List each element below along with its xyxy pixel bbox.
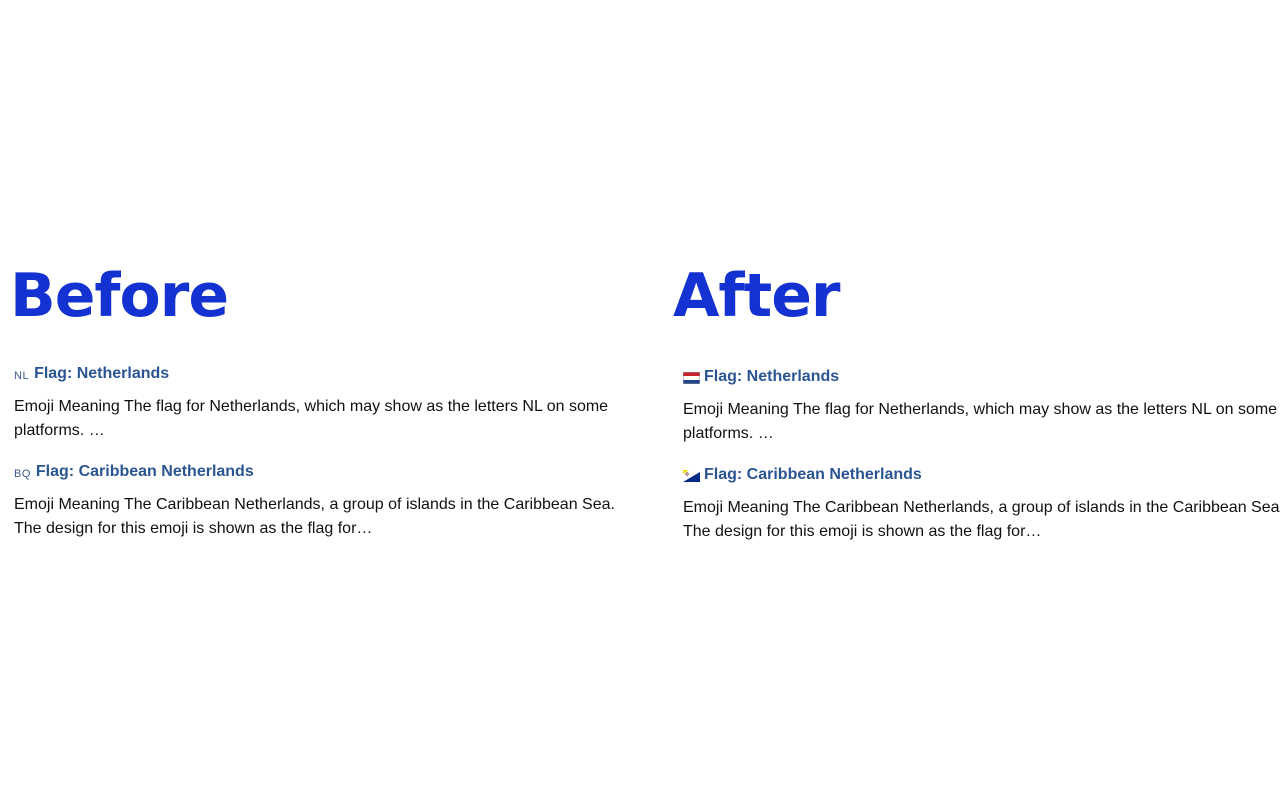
before-panel: Before NL Flag: Netherlands Emoji Meanin…: [10, 258, 630, 541]
list-item: BQ Flag: Caribbean Netherlands Emoji Mea…: [14, 459, 630, 541]
flag-code-label: NL: [14, 370, 30, 382]
after-results-list: Flag: Netherlands Emoji Meaning The flag…: [683, 364, 1280, 544]
entry-description: Emoji Meaning The flag for Netherlands, …: [14, 398, 609, 439]
entry-description: Emoji Meaning The flag for Netherlands, …: [683, 401, 1278, 442]
after-heading: After: [673, 261, 841, 331]
caribbean-netherlands-flag-icon: [683, 469, 700, 482]
flag-caribbean-netherlands-link[interactable]: Flag: Caribbean Netherlands: [36, 463, 254, 481]
entry-description: Emoji Meaning The Caribbean Netherlands,…: [683, 499, 1280, 540]
entry-title-row: Flag: Caribbean Netherlands: [683, 462, 1280, 488]
flag-caribbean-netherlands-link[interactable]: Flag: Caribbean Netherlands: [704, 466, 922, 484]
flag-code-label: BQ: [14, 468, 31, 480]
netherlands-flag-icon: [683, 371, 700, 384]
entry-title-row: BQ Flag: Caribbean Netherlands: [14, 459, 630, 485]
entry-title-row: Flag: Netherlands: [683, 364, 1280, 390]
entry-description: Emoji Meaning The Caribbean Netherlands,…: [14, 496, 615, 537]
flag-netherlands-link[interactable]: Flag: Netherlands: [34, 365, 169, 383]
entry-title-row: NL Flag: Netherlands: [14, 361, 630, 387]
list-item: NL Flag: Netherlands Emoji Meaning The f…: [14, 361, 630, 443]
list-item: Flag: Netherlands Emoji Meaning The flag…: [683, 364, 1280, 446]
list-item: Flag: Caribbean Netherlands Emoji Meanin…: [683, 462, 1280, 544]
before-heading: Before: [10, 261, 229, 331]
before-results-list: NL Flag: Netherlands Emoji Meaning The f…: [14, 361, 630, 541]
after-panel: After Flag: Netherlands Emoji Meaning Th…: [673, 258, 1280, 544]
flag-netherlands-link[interactable]: Flag: Netherlands: [704, 368, 839, 386]
